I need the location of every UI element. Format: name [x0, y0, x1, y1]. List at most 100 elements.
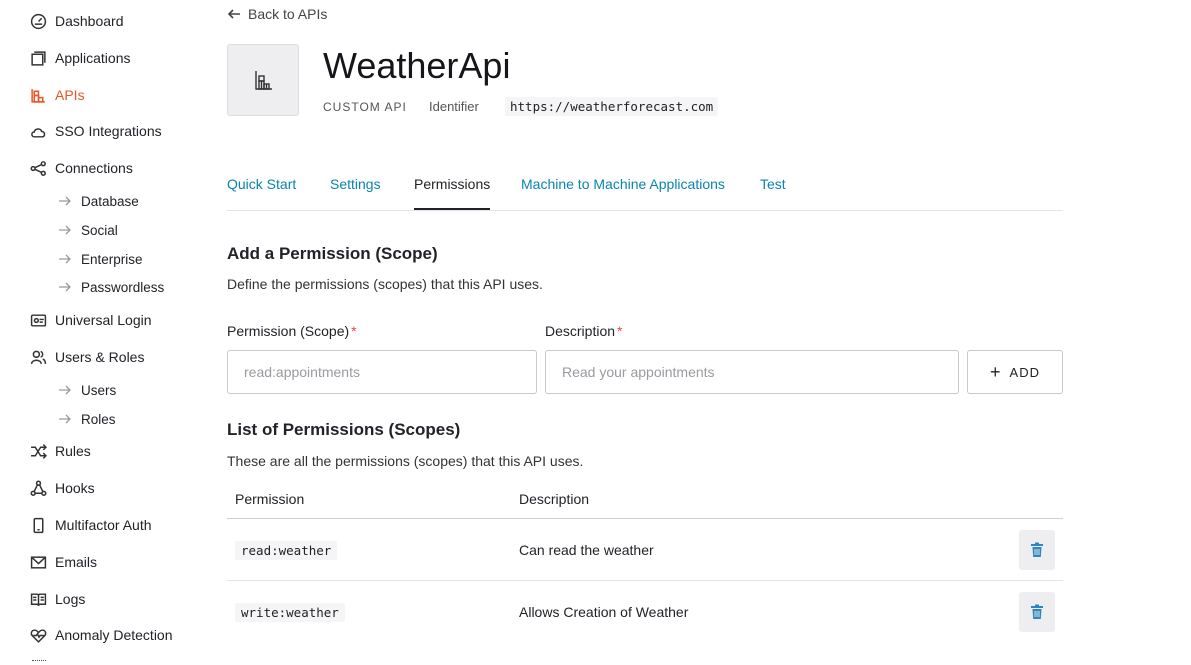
sidebar-item-sso-integrations[interactable]: SSO Integrations [30, 120, 162, 142]
sidebar-item-label: APIs [55, 87, 85, 103]
sidebar-item-label: Hooks [55, 480, 95, 496]
required-marker: * [617, 323, 623, 339]
permission-scope: read:weather [235, 541, 338, 560]
add-permission-heading: Add a Permission (Scope) [227, 244, 438, 263]
sidebar-item-label: SSO Integrations [55, 123, 162, 139]
permissions-table: Permission Description read:weather Can … [227, 484, 1063, 642]
sidebar-item-users-roles[interactable]: Users & Roles [30, 346, 144, 368]
table-row: write:weather Allows Creation of Weather [227, 581, 1063, 642]
tab-quick-start[interactable]: Quick Start [227, 174, 296, 209]
shuffle-icon [30, 443, 47, 460]
back-to-apis-link[interactable]: Back to APIs [227, 5, 327, 23]
table-header: Permission Description [227, 484, 1063, 519]
sidebar-subitem-passwordless[interactable]: Passwordless [58, 277, 164, 297]
phone-icon [30, 517, 47, 534]
tab-settings[interactable]: Settings [330, 174, 381, 209]
sidebar-item-label: Rules [55, 443, 91, 459]
arrow-right-icon [58, 280, 72, 294]
sidebar-item-label: Emails [55, 554, 98, 570]
sidebar-item-applications[interactable]: Applications [30, 47, 131, 69]
api-building-icon [255, 71, 272, 90]
sidebar-subitem-enterprise[interactable]: Enterprise [58, 249, 143, 269]
sidebar-subitem-social[interactable]: Social [58, 220, 118, 240]
tab-permissions[interactable]: Permissions [414, 174, 491, 210]
arrow-right-icon [58, 412, 72, 426]
heart-icon [30, 627, 47, 644]
share-icon [30, 160, 47, 177]
sidebar-subitem-label: Passwordless [81, 279, 165, 295]
sidebar-item-logs[interactable]: Logs [30, 588, 85, 610]
column-header-permission: Permission [235, 491, 305, 507]
back-link-label: Back to APIs [248, 6, 328, 22]
cloud-icon [30, 123, 47, 140]
permission-field-label: Permission (Scope) * [227, 323, 357, 339]
description-label-text: Description [545, 323, 616, 339]
permission-scope: write:weather [235, 603, 345, 622]
arrow-right-icon [58, 383, 72, 397]
sidebar-item-label: Anomaly Detection [55, 627, 173, 643]
sidebar-subitem-database[interactable]: Database [58, 191, 139, 211]
identifier-value: https://weatherforecast.com [505, 97, 719, 116]
identifier-label: Identifier [429, 99, 479, 114]
permission-label-text: Permission (Scope) [227, 323, 350, 339]
add-permission-button[interactable]: + ADD [967, 350, 1063, 394]
mail-icon [30, 554, 47, 571]
sidebar-item-anomaly-detection[interactable]: Anomaly Detection [30, 624, 173, 646]
tab-bar: Quick Start Settings Permissions Machine… [227, 174, 1063, 211]
sidebar-item-dashboard[interactable]: Dashboard [30, 10, 124, 32]
trash-icon [1031, 542, 1043, 557]
description-input[interactable] [545, 350, 959, 394]
sidebar-item-label: Dashboard [55, 13, 124, 29]
permission-description: Can read the weather [519, 542, 654, 558]
description-field-label: Description * [545, 323, 622, 339]
column-header-description: Description [519, 491, 590, 507]
sidebar-subitem-label: Users [81, 382, 117, 398]
sidebar-subitem-label: Roles [81, 411, 116, 427]
tab-machine-to-machine[interactable]: Machine to Machine Applications [521, 174, 725, 209]
sidebar-item-label: Logs [55, 591, 86, 607]
sidebar-subitem-roles[interactable]: Roles [58, 409, 116, 429]
sidebar-item-label: Users & Roles [55, 349, 145, 365]
sidebar-subitem-label: Database [81, 193, 139, 209]
sidebar-item-label: Multifactor Auth [55, 517, 152, 533]
users-icon [30, 349, 47, 366]
sidebar-item-label: Connections [55, 160, 133, 176]
page-title: WeatherApi [323, 45, 511, 86]
login-icon [30, 312, 47, 329]
apis-icon [30, 87, 47, 104]
applications-icon [30, 50, 47, 67]
arrow-right-icon [58, 223, 72, 237]
dashboard-icon [30, 13, 47, 30]
plus-icon: + [990, 362, 1002, 382]
sidebar-item-apis[interactable]: APIs [30, 84, 85, 106]
sidebar-subitem-users[interactable]: Users [58, 380, 116, 400]
delete-permission-button[interactable] [1019, 530, 1055, 570]
sidebar-item-label: Universal Login [55, 312, 152, 328]
sidebar-item-hooks[interactable]: Hooks [30, 477, 95, 499]
tab-test[interactable]: Test [760, 174, 786, 209]
delete-permission-button[interactable] [1019, 592, 1055, 632]
permission-input[interactable] [227, 350, 537, 394]
permission-description: Allows Creation of Weather [519, 604, 689, 620]
add-permission-description: Define the permissions (scopes) that thi… [227, 276, 543, 292]
sidebar-item-connections[interactable]: Connections [30, 157, 133, 179]
api-type-label: CUSTOM API [323, 100, 407, 114]
sidebar-item-universal-login[interactable]: Universal Login [30, 309, 152, 331]
sidebar-subitem-label: Enterprise [81, 251, 143, 267]
arrow-right-icon [58, 252, 72, 266]
required-marker: * [351, 323, 357, 339]
sidebar-item-emails[interactable]: Emails [30, 551, 97, 573]
more-items-indicator [32, 660, 46, 664]
permission-list-heading: List of Permissions (Scopes) [227, 420, 461, 439]
sidebar-item-multifactor-auth[interactable]: Multifactor Auth [30, 514, 152, 536]
hooks-icon [30, 480, 47, 497]
sidebar-item-rules[interactable]: Rules [30, 440, 91, 462]
sidebar-subitem-label: Social [81, 222, 118, 238]
permission-list-description: These are all the permissions (scopes) t… [227, 453, 584, 469]
book-icon [30, 591, 47, 608]
sidebar-item-label: Applications [55, 50, 131, 66]
trash-icon [1031, 604, 1043, 619]
add-button-label: ADD [1009, 364, 1040, 380]
arrow-right-icon [58, 194, 72, 208]
api-logo [227, 44, 299, 116]
